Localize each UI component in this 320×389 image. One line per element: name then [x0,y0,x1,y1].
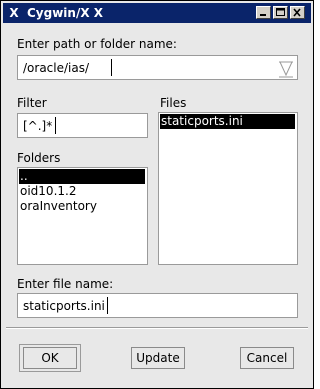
list-item[interactable]: oid10.1.2 [19,184,76,199]
filename-input-value: staticports.ini [23,299,105,313]
text-caret [107,297,108,314]
path-input-value: /oracle/ias/ [23,61,90,75]
text-caret [111,59,112,76]
filename-input[interactable]: staticports.ini [17,293,298,318]
files-label: Files [160,96,187,110]
filter-input[interactable]: [^.]* [17,113,148,138]
ok-button[interactable]: OK [23,347,77,369]
x-logo-icon: X [9,6,19,20]
list-item[interactable]: .. [19,169,145,184]
list-item[interactable]: oraInventory [19,199,97,214]
window-title: Cygwin/X X [27,6,104,20]
filename-label: Enter file name: [17,277,114,291]
folder-down-icon[interactable] [276,59,296,79]
separator [6,327,308,329]
maximize-button[interactable] [273,6,288,19]
path-label: Enter path or folder name: [17,37,177,51]
update-button[interactable]: Update [131,347,185,369]
text-caret [55,117,56,134]
close-button[interactable] [290,6,305,19]
minimize-icon [260,14,266,16]
folders-label: Folders [17,151,61,165]
filter-label: Filter [17,96,47,110]
files-list[interactable]: staticports.ini [158,112,298,265]
cancel-button[interactable]: Cancel [240,347,294,369]
path-input[interactable]: /oracle/ias/ [17,55,298,80]
file-dialog-window: X Cygwin/X X Enter path or folder name: … [0,0,314,389]
title-bar[interactable]: X Cygwin/X X [3,3,311,23]
minimize-button[interactable] [256,6,271,19]
filter-input-value: [^.]* [23,119,53,133]
close-icon [293,8,301,17]
maximize-icon [276,8,285,16]
list-item[interactable]: staticports.ini [160,114,295,129]
folders-list[interactable]: .. oid10.1.2 oraInventory [17,167,148,265]
